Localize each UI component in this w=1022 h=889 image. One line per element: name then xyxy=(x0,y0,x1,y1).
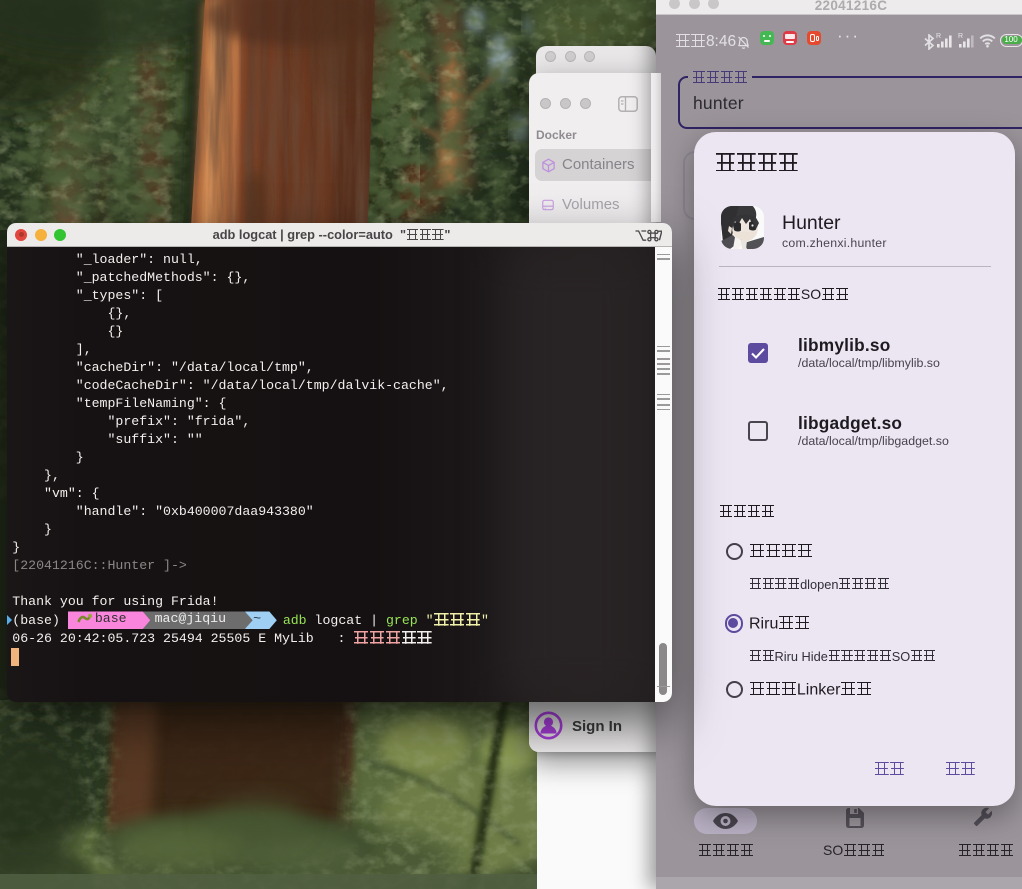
svg-text:R: R xyxy=(958,33,963,40)
svg-text:R: R xyxy=(936,33,941,40)
